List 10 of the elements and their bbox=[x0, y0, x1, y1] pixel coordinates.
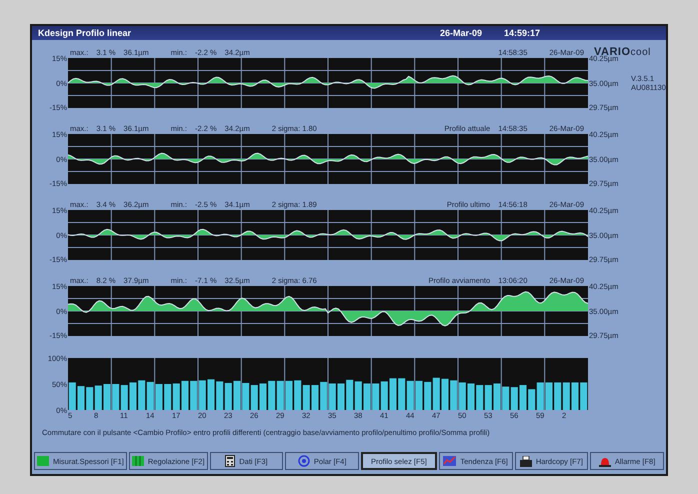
square-icon bbox=[37, 456, 49, 466]
alarm-light-icon bbox=[598, 456, 611, 466]
calculator-icon bbox=[225, 455, 236, 467]
grid-icon bbox=[132, 456, 144, 466]
time-label: 14:59:17 bbox=[504, 28, 540, 38]
window-title: Kdesign Profilo linear bbox=[38, 28, 132, 38]
printer-icon bbox=[520, 456, 532, 466]
trend-chart-icon bbox=[443, 456, 456, 466]
date-label: 26-Mar-09 bbox=[440, 28, 482, 38]
target-icon bbox=[298, 455, 310, 467]
